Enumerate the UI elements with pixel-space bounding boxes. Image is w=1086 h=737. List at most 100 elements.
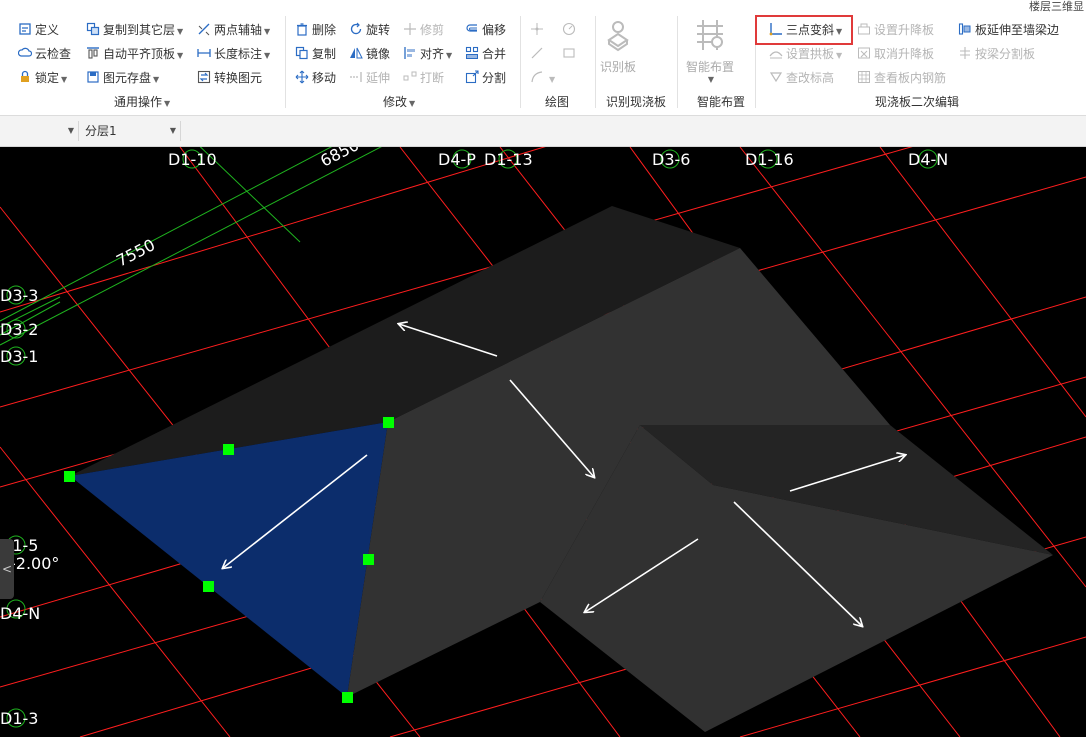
- set-lift-slab-label: 设置升降板: [874, 23, 935, 37]
- check-elevation-label: 查改标高: [786, 71, 835, 85]
- copy-to-other-layer-label: 复制到其它层: [103, 23, 176, 37]
- layer-combo[interactable]: 分层1 ▼: [82, 121, 181, 141]
- extend-slab-to-wall-beam-label: 板延伸至墙梁边: [975, 23, 1060, 37]
- offset-button[interactable]: 偏移: [465, 20, 506, 40]
- split-label: 分割: [482, 71, 507, 85]
- axis-label: D3-3: [0, 286, 38, 305]
- axis-label: D1-3: [0, 709, 38, 728]
- split-icon: [465, 70, 479, 84]
- length-dimension-label: 长度标注: [214, 47, 263, 61]
- align-label: 对齐: [420, 47, 445, 61]
- identify-slab-button[interactable]: 识别板: [580, 18, 656, 75]
- grip-handle[interactable]: [342, 692, 353, 703]
- align-button[interactable]: 对齐 ▼: [403, 44, 452, 64]
- define-button[interactable]: 定义: [18, 20, 59, 40]
- collapse-side-panel-tab[interactable]: <: [0, 539, 14, 599]
- smart-layout-button[interactable]: 智能布置 ▼: [672, 18, 748, 84]
- grip-handle[interactable]: [363, 554, 374, 565]
- grip-handle[interactable]: [203, 581, 214, 592]
- trim-button[interactable]: 修剪: [403, 20, 444, 40]
- define-icon: [18, 22, 32, 36]
- identify-slab-label: 识别板: [599, 60, 636, 74]
- 3d-viewport[interactable]: D1-10 D4-P D1-13 D3-6 D1-16 D4-N D3-3 D3…: [0, 147, 1086, 737]
- merge-icon: [465, 46, 479, 60]
- chevron-down-icon[interactable]: ▼: [409, 99, 415, 108]
- mirror-button[interactable]: 镜像: [349, 44, 390, 64]
- lock-button[interactable]: 锁定 ▼: [18, 68, 67, 88]
- two-point-aux-axis-button[interactable]: 两点辅轴 ▼: [197, 20, 270, 40]
- break-icon: [403, 70, 417, 84]
- axis-label: D1-16: [745, 150, 794, 169]
- cancel-lift-slab-button[interactable]: 取消升降板: [857, 44, 934, 64]
- two-point-aux-axis-label: 两点辅轴: [214, 23, 263, 37]
- convert-element-button[interactable]: 转换图元: [197, 68, 262, 88]
- rectangle-icon: [562, 46, 576, 60]
- check-elevation-button[interactable]: 查改标高: [769, 68, 834, 88]
- window-corner-title: 楼层三维显: [1029, 0, 1084, 13]
- smart-layout-label: 智能布置: [685, 60, 734, 74]
- break-button[interactable]: 打断: [403, 68, 444, 88]
- grip-handle[interactable]: [223, 444, 234, 455]
- group-label-smart: 智能布置: [697, 95, 746, 109]
- viewport-canvas[interactable]: D1-10 D4-P D1-13 D3-6 D1-16 D4-N D3-3 D3…: [0, 147, 1086, 737]
- group-separator: [285, 16, 286, 108]
- delete-button[interactable]: 删除: [295, 20, 336, 40]
- define-label: 定义: [35, 23, 60, 37]
- view-slab-rebar-button[interactable]: 查看板内钢筋: [857, 68, 946, 88]
- draw-arc-button[interactable]: ▼: [530, 68, 555, 88]
- element-save-label: 图元存盘: [103, 71, 152, 85]
- chevron-down-icon: ▼: [707, 75, 715, 84]
- mirror-icon: [349, 46, 363, 60]
- move-button[interactable]: 移动: [295, 68, 336, 88]
- extend-button[interactable]: 延伸: [349, 68, 390, 88]
- group-label-identify: 识别现浇板: [606, 95, 667, 109]
- set-arch-slab-button[interactable]: 设置拱板 ▼: [769, 44, 842, 64]
- move-icon: [295, 70, 309, 84]
- split-slab-by-beam-button[interactable]: 按梁分割板: [958, 44, 1035, 64]
- offset-label: 偏移: [482, 23, 507, 37]
- grip-handle[interactable]: [383, 417, 394, 428]
- draw-rect-button[interactable]: [562, 44, 579, 64]
- floor-combo[interactable]: ▼: [0, 121, 79, 141]
- merge-label: 合并: [482, 47, 507, 61]
- chevron-down-icon: ▼: [153, 75, 160, 84]
- axis-label: D3-2: [0, 320, 38, 339]
- axis-label: D4-P: [438, 150, 476, 169]
- axis-label: D3-1: [0, 347, 38, 366]
- smart-layout-icon: [693, 18, 727, 52]
- grip-handle[interactable]: [64, 471, 75, 482]
- extend-slab-to-wall-beam-button[interactable]: 板延伸至墙梁边: [958, 20, 1059, 40]
- arch-slab-icon: [769, 46, 783, 60]
- element-save-button[interactable]: 图元存盘 ▼: [86, 68, 159, 88]
- delete-label: 删除: [312, 23, 337, 37]
- merge-button[interactable]: 合并: [465, 44, 506, 64]
- layer-value: 分层1: [85, 124, 117, 138]
- dimension-label: 7550: [113, 235, 158, 270]
- lock-icon: [18, 70, 32, 84]
- copy-button[interactable]: 复制: [295, 44, 336, 64]
- auto-align-top-slab-button[interactable]: 自动平齐顶板 ▼: [86, 44, 183, 64]
- cloud-check-button[interactable]: 云检查: [18, 44, 71, 64]
- chevron-down-icon: ▼: [67, 126, 74, 135]
- copy-label: 复制: [312, 47, 337, 61]
- split-button[interactable]: 分割: [465, 68, 506, 88]
- chevron-down-icon: ▼: [446, 51, 453, 60]
- extend-icon: [349, 70, 363, 84]
- rotate-icon: [349, 22, 363, 36]
- set-lift-slab-button[interactable]: 设置升降板: [857, 20, 934, 40]
- rotate-button[interactable]: 旋转: [349, 20, 390, 40]
- roof-model[interactable]: [70, 206, 1053, 732]
- chevron-down-icon: ▼: [264, 51, 271, 60]
- chevron-down-icon: ▼: [549, 75, 556, 84]
- draw-point-button[interactable]: [530, 20, 547, 40]
- draw-line-button[interactable]: [530, 44, 547, 64]
- auto-align-top-slab-label: 自动平齐顶板: [103, 47, 176, 61]
- offset-icon: [465, 22, 479, 36]
- length-dimension-button[interactable]: 长度标注 ▼: [197, 44, 270, 64]
- copy-to-other-layer-button[interactable]: 复制到其它层 ▼: [86, 20, 183, 40]
- point-icon: [530, 22, 544, 36]
- chevron-down-icon[interactable]: ▼: [164, 99, 170, 108]
- draw-circle-button[interactable]: [562, 20, 579, 40]
- line-icon: [530, 46, 544, 60]
- lock-label: 锁定: [35, 71, 60, 85]
